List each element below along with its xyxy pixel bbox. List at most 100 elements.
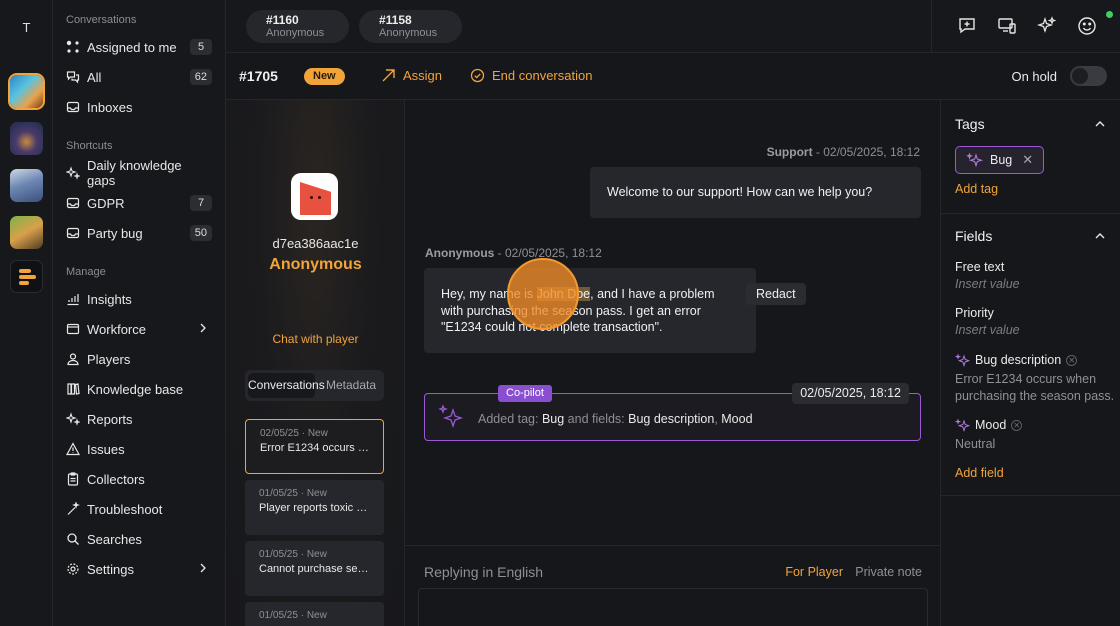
close-icon[interactable]: ✕ [1066, 354, 1078, 366]
conversation-id: #1705 [239, 68, 278, 84]
smiley-icon[interactable] [1077, 16, 1097, 36]
tab-private-note[interactable]: Private note [855, 565, 922, 579]
chevron-right-icon [200, 323, 206, 333]
add-field-link[interactable]: Add field [955, 466, 1004, 480]
reply-input[interactable] [418, 588, 928, 626]
on-hold-toggle[interactable] [1070, 66, 1107, 86]
card-meta: 02/05/25 · New [260, 428, 328, 439]
sidebar-item-label: Reports [87, 411, 133, 427]
chart-icon [66, 292, 80, 306]
add-tag-link[interactable]: Add tag [955, 182, 998, 196]
chevron-up-icon[interactable] [1094, 230, 1106, 242]
chat-thread: Support - 02/05/2025, 18:12 Welcome to o… [405, 100, 941, 626]
sidebar-item-searches[interactable]: Searches [66, 527, 212, 551]
gear-icon [66, 562, 80, 576]
sidebar-item-label: Assigned to me [87, 39, 177, 55]
conversation-card[interactable]: 01/05/25 · New Cannot purchase season pa… [245, 541, 384, 596]
sidebar-item-all[interactable]: All 62 [66, 65, 212, 89]
conversation-card[interactable]: 01/05/25 · New [245, 602, 384, 626]
reply-language-label: Replying in English [424, 564, 544, 580]
sidebar-item-label: Inboxes [87, 99, 133, 115]
sidebar-item-knowledge-gaps[interactable]: Daily knowledge gaps [66, 158, 212, 188]
sidebar-item-assigned[interactable]: Assigned to me 5 [66, 35, 212, 59]
search-icon [66, 532, 80, 546]
redact-button[interactable]: Redact [746, 283, 806, 305]
clipboard-icon [66, 472, 80, 486]
player-tabs: Conversations Metadata [245, 370, 384, 401]
chat-with-player-link[interactable]: Chat with player [226, 332, 404, 346]
sidebar-item-label: Troubleshoot [87, 501, 163, 517]
tab-subtitle: Anonymous [266, 27, 325, 39]
tab-conversations[interactable]: Conversations [248, 373, 325, 398]
field-label: Priority [955, 306, 994, 320]
sidebar-item-gdpr[interactable]: GDPR 7 [66, 191, 212, 215]
game-icon-4[interactable] [10, 216, 43, 249]
field-value-mood[interactable]: Neutral [955, 436, 1115, 453]
sidebar-item-reports[interactable]: Reports [66, 407, 212, 431]
devices-icon[interactable] [997, 16, 1017, 36]
chevron-right-icon [200, 563, 206, 573]
game-icon-3[interactable] [10, 169, 43, 202]
conversation-tab-1158[interactable]: #1158 Anonymous [359, 10, 462, 43]
app-rail: T [0, 0, 53, 626]
player-id: d7ea386aac1e [272, 236, 359, 251]
card-text: Error E1234 occurs when purchasing the s… [260, 442, 369, 454]
game-icon-2[interactable] [10, 122, 43, 155]
copilot-badge: Co-pilot [498, 385, 552, 402]
field-label: Free text [955, 260, 1005, 274]
copilot-event: Co-pilot 02/05/2025, 18:12 Added tag: Bu… [424, 383, 921, 441]
warning-icon [66, 442, 80, 456]
count-badge: 62 [189, 69, 212, 85]
message-author: Anonymous [425, 246, 495, 260]
sidebar-item-players[interactable]: Players [66, 347, 212, 371]
sidebar-item-workforce[interactable]: Workforce [66, 317, 212, 341]
end-conversation-button[interactable]: End conversation [470, 68, 592, 83]
sidebar-item-label: Workforce [87, 321, 146, 337]
fields-title: Fields [955, 228, 993, 244]
sidebar-item-knowledge-base[interactable]: Knowledge base [66, 377, 212, 401]
wand-icon [66, 502, 80, 516]
sidebar-item-insights[interactable]: Insights [66, 287, 212, 311]
sidebar-item-label: Settings [87, 561, 134, 577]
copilot-summary: Added tag: Bug and fields: Bug descripti… [478, 412, 753, 426]
assign-button[interactable]: Assign [381, 68, 442, 83]
close-icon[interactable]: ✕ [1022, 152, 1033, 168]
sparkle-icon[interactable] [1037, 16, 1057, 36]
tag-chip[interactable]: Bug ✕ [955, 146, 1045, 174]
game-icon-1[interactable] [10, 75, 43, 108]
field-value-bug-description[interactable]: Error E1234 occurs when purchasing the s… [955, 371, 1115, 404]
divider [941, 213, 1120, 214]
sidebar-item-issues[interactable]: Issues [66, 437, 212, 461]
card-text: Cannot purchase season pass. [259, 563, 370, 575]
sidebar-item-collectors[interactable]: Collectors [66, 467, 212, 491]
chevron-up-icon[interactable] [1094, 118, 1106, 130]
conversation-tab-1160[interactable]: #1160 Anonymous [246, 10, 349, 43]
sparkle-icon [955, 353, 971, 367]
tab-for-player[interactable]: For Player [785, 565, 843, 579]
app-logo-icon[interactable] [10, 260, 43, 293]
chat-bubbles-icon [66, 70, 80, 84]
field-label-bug-description: Bug description ✕ [955, 353, 1078, 367]
sidebar-item-party-bug[interactable]: Party bug 50 [66, 221, 212, 245]
user-message-header: Anonymous - 02/05/2025, 18:12 [425, 246, 602, 260]
sidebar-item-troubleshoot[interactable]: Troubleshoot [66, 497, 212, 521]
field-value-priority[interactable]: Insert value [955, 322, 1115, 339]
close-icon[interactable]: ✕ [1011, 419, 1023, 431]
support-message-header: Support - 02/05/2025, 18:12 [767, 145, 920, 159]
reply-composer: Replying in English For Player Private n… [405, 545, 941, 626]
book-icon [66, 382, 80, 396]
sidebar-item-inboxes[interactable]: Inboxes [66, 95, 212, 119]
section-title-manage: Manage [66, 266, 106, 278]
copilot-time: 02/05/2025, 18:12 [792, 383, 909, 404]
sidebar-item-label: All [87, 69, 102, 85]
new-message-icon[interactable] [957, 16, 977, 36]
count-badge: 50 [189, 225, 212, 241]
workspace-logo[interactable]: T [0, 20, 53, 35]
sidebar-item-settings[interactable]: Settings [66, 557, 212, 581]
conversation-card[interactable]: 02/05/25 · New Error E1234 occurs when p… [245, 419, 384, 474]
field-value-free-text[interactable]: Insert value [955, 276, 1115, 293]
conversation-card[interactable]: 01/05/25 · New Player reports toxic beha… [245, 480, 384, 535]
sidebar-item-label: Players [87, 351, 131, 367]
tab-metadata[interactable]: Metadata [321, 373, 381, 398]
assigned-icon [66, 40, 80, 54]
